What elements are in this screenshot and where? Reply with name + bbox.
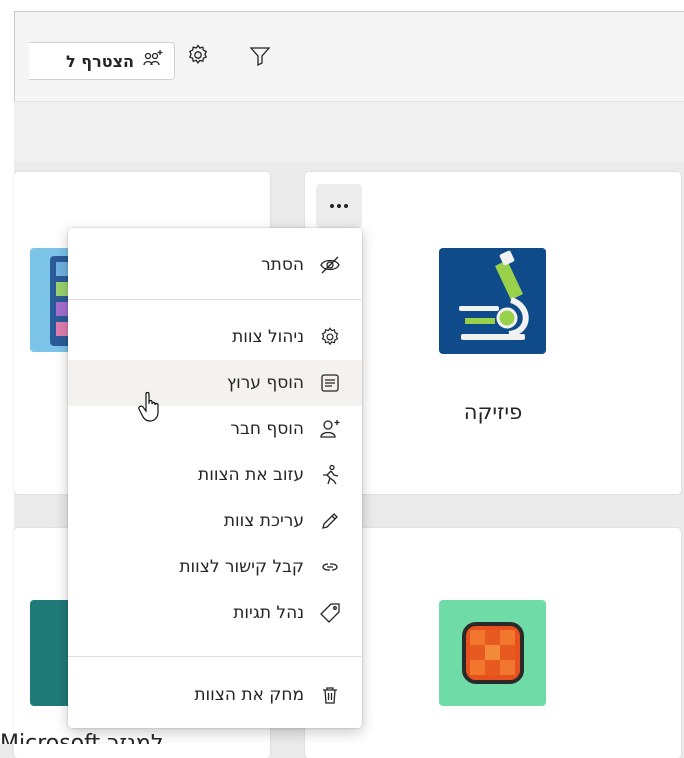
menu-item-label: עריכת צוות xyxy=(223,511,304,531)
menu-item-label: הוסף ערוץ xyxy=(226,373,304,393)
gear-icon[interactable] xyxy=(185,42,211,68)
eye-off-icon xyxy=(318,253,342,277)
hand-cursor-icon xyxy=(138,390,164,428)
menu-item-label: עזוב את הצוות xyxy=(198,465,304,485)
window-frame-left xyxy=(0,11,14,744)
menu-separator xyxy=(68,299,362,300)
join-or-create-team-button[interactable]: הצטרף ל xyxy=(29,42,175,80)
orange-grid-icon xyxy=(439,600,546,706)
menu-item-label: ניהול צוות xyxy=(232,327,304,347)
menu-item-label: נהל תגיות xyxy=(233,603,304,623)
menu-item-delete-team[interactable]: מחק את הצוות xyxy=(68,672,362,718)
leave-walking-icon xyxy=(318,463,342,487)
subheader-bar xyxy=(14,101,684,162)
menu-item-label: הוסף חבר xyxy=(230,419,304,439)
channel-list-icon xyxy=(318,371,342,395)
trash-icon xyxy=(318,683,342,707)
pencil-icon xyxy=(318,509,342,533)
more-dots-icon xyxy=(330,204,348,208)
menu-item-hide[interactable]: הסתר xyxy=(68,242,362,288)
menu-item-label: מחק את הצוות xyxy=(194,685,304,705)
menu-item-label: הסתר xyxy=(261,255,304,275)
team-context-menu: הסתר ניהול צוות הוסף ערוץ הוסף חבר עזוב … xyxy=(68,228,362,728)
link-icon xyxy=(318,555,342,579)
more-options-button[interactable] xyxy=(316,184,362,228)
filter-icon[interactable] xyxy=(247,43,273,69)
team-name-partial: Microsoft למנזר xyxy=(0,731,164,744)
join-button-label: הצטרף ל xyxy=(66,51,134,71)
gear-icon xyxy=(318,325,342,349)
microscope-icon xyxy=(439,248,546,354)
menu-item-manage-tags[interactable]: נהל תגיות xyxy=(68,590,362,636)
menu-item-leave-team[interactable]: עזוב את הצוות xyxy=(68,452,362,498)
menu-item-manage-team[interactable]: ניהול צוות xyxy=(68,314,362,360)
menu-item-edit-team[interactable]: עריכת צוות xyxy=(68,498,362,544)
teams-toolbar: הצטרף ל xyxy=(14,11,684,102)
add-person-icon xyxy=(318,417,342,441)
menu-item-label: קבל קישור לצוות xyxy=(179,557,304,577)
menu-item-add-member[interactable]: הוסף חבר xyxy=(68,406,362,452)
tag-icon xyxy=(318,601,342,625)
menu-separator xyxy=(68,656,362,657)
join-team-icon xyxy=(142,49,164,73)
window-frame-top xyxy=(0,0,684,11)
menu-item-get-link[interactable]: קבל קישור לצוות xyxy=(68,544,362,590)
menu-item-add-channel[interactable]: הוסף ערוץ xyxy=(68,360,362,406)
